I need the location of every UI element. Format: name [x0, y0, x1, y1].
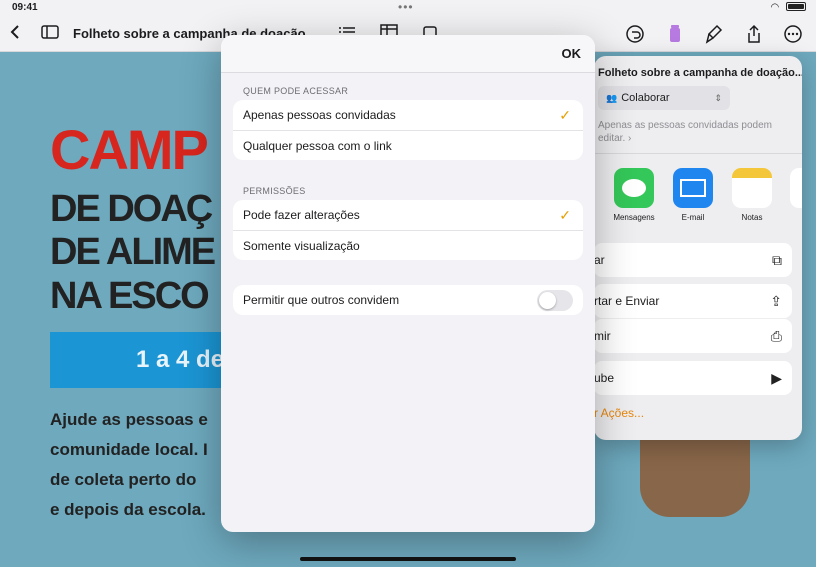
status-bar: 09:41 ••• ◠ — [0, 0, 816, 16]
checkmark-icon: ✓ — [559, 107, 571, 123]
access-section-label: QUEM PODE ACESSAR — [243, 86, 349, 96]
mail-icon — [673, 168, 713, 208]
permissions-section-label: PERMISSÕES — [243, 186, 306, 196]
app-messages[interactable]: Mensagens — [612, 168, 656, 222]
export-icon: ⇪ — [770, 293, 782, 309]
notes-icon — [732, 168, 772, 208]
allow-invite-label: Permitir que outros convidem — [243, 293, 400, 307]
status-icons: ◠ — [770, 2, 806, 13]
allow-invite-row: Permitir que outros convidem — [233, 285, 583, 315]
share-action-copy[interactable]: ar ⧉ — [594, 243, 792, 277]
battery-icon — [786, 2, 806, 11]
reminders-icon — [790, 168, 802, 208]
undo-icon[interactable] — [624, 24, 646, 46]
ok-button[interactable]: OK — [562, 46, 582, 61]
youtube-icon: ▶ — [771, 370, 782, 386]
share-sheet: Folheto sobre a campanha de doação... 👥 C… — [594, 56, 802, 440]
access-option-anyone[interactable]: Qualquer pessoa com o link — [233, 130, 583, 160]
collaborate-icon[interactable] — [664, 24, 686, 46]
chevron-updown-icon: ⇕ — [714, 93, 722, 103]
body-line: e depois da escola. — [50, 500, 206, 519]
app-reminders[interactable]: Le — [788, 168, 802, 222]
back-chevron-icon[interactable] — [4, 24, 26, 46]
share-action-youtube[interactable]: ube ▶ — [594, 361, 792, 395]
collaborate-label: Colaborar — [621, 92, 670, 104]
copy-icon: ⧉ — [772, 252, 782, 268]
body-line: Ajude as pessoas e — [50, 410, 208, 429]
more-icon[interactable] — [782, 24, 804, 46]
sidebar-icon[interactable] — [39, 24, 61, 46]
headline: CAMP — [50, 118, 209, 181]
home-indicator[interactable] — [300, 557, 516, 561]
permission-options-group: Pode fazer alterações ✓ Somente visualiz… — [233, 200, 583, 260]
share-icon[interactable] — [743, 24, 765, 46]
donation-box-image — [640, 437, 750, 517]
people-icon: 👥 — [606, 93, 618, 103]
format-brush-icon[interactable] — [703, 24, 725, 46]
app-notes[interactable]: Notas — [730, 168, 774, 222]
permission-option-view-only[interactable]: Somente visualização — [233, 230, 583, 260]
share-action-print[interactable]: mir ⎙ — [594, 319, 792, 353]
modal-header: OK — [221, 35, 595, 73]
divider — [594, 153, 802, 154]
access-options-group: Apenas pessoas convidadas ✓ Qualquer pes… — [233, 100, 583, 160]
body-line: de coleta perto do — [50, 470, 197, 489]
body-line: comunidade local. I — [50, 440, 208, 459]
messages-icon — [614, 168, 654, 208]
headline-line-4: NA ESCO — [50, 275, 210, 317]
multitasking-dots-icon[interactable]: ••• — [398, 0, 414, 14]
app-mail[interactable]: E-mail — [671, 168, 715, 222]
share-sheet-title: Folheto sobre a campanha de doação... — [598, 67, 802, 79]
invite-toggle-group: Permitir que outros convidem — [233, 285, 583, 315]
checkmark-icon: ✓ — [559, 207, 571, 223]
share-description[interactable]: Apenas as pessoas convidadas podem edita… — [598, 119, 794, 145]
body-text: Ajude as pessoas e comunidade local. I d… — [50, 405, 230, 525]
printer-icon: ⎙ — [770, 328, 782, 344]
clock: 09:41 — [12, 2, 38, 13]
permission-option-edit[interactable]: Pode fazer alterações ✓ — [233, 200, 583, 230]
date-band: 1 a 4 de — [50, 332, 250, 388]
headline-line-2: DE DOAÇ — [50, 188, 213, 230]
access-option-invited[interactable]: Apenas pessoas convidadas ✓ — [233, 100, 583, 130]
collaborate-dropdown[interactable]: 👥 Colaborar ⇕ — [598, 86, 730, 110]
permissions-modal: OK QUEM PODE ACESSAR Apenas pessoas conv… — [221, 35, 595, 532]
share-action-export[interactable]: rtar e Enviar ⇪ — [594, 284, 792, 318]
more-actions-link[interactable]: r Ações... — [594, 406, 644, 420]
allow-invite-toggle[interactable] — [537, 290, 573, 311]
wifi-icon: ◠ — [770, 2, 780, 13]
headline-line-3: DE ALIME — [50, 231, 216, 273]
